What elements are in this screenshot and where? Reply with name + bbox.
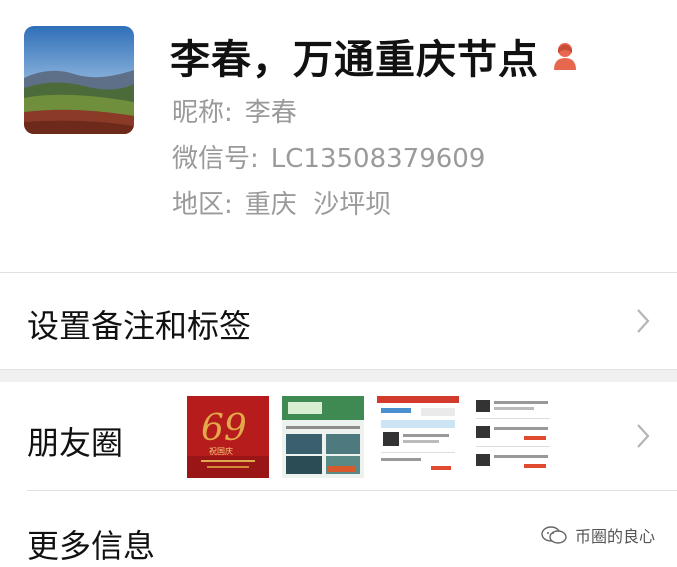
moments-label: 朋友圈 [27, 424, 124, 462]
region-value: 重庆 沙坪坝 [244, 190, 392, 220]
watermark-text: 币圈的良心 [574, 527, 655, 546]
svg-text:69: 69 [201, 408, 247, 449]
chevron-right-icon [635, 307, 651, 335]
more-info-label: 更多信息 [27, 527, 156, 565]
remark-tags-label: 设置备注和标签 [27, 307, 252, 345]
remark-tags-row[interactable]: 设置备注和标签 [0, 273, 677, 369]
moment-thumb-mining-rig-1[interactable] [377, 396, 459, 478]
profile-header: 李春，万通重庆节点 昵称: 李春 微信号: LC13508379609 地区: 重庆 … [0, 0, 677, 272]
wechat-id-value[interactable]: LC13508379609 [271, 144, 486, 174]
female-person-icon [551, 41, 579, 71]
section-gap [0, 369, 677, 383]
wechat-id-label: 微信号: [172, 144, 259, 174]
avatar[interactable] [24, 26, 134, 134]
moment-thumb-mining-farm[interactable] [282, 396, 364, 478]
name-row: 李春，万通重庆节点 [170, 28, 579, 84]
chevron-right-icon [635, 422, 651, 450]
nickname-line: 昵称: 李春 [172, 92, 297, 129]
region-label: 地区: [172, 190, 233, 220]
thumb-caption: 祝国庆 [209, 446, 233, 456]
region-line: 地区: 重庆 沙坪坝 [172, 184, 391, 221]
moment-thumb-mining-rig-2[interactable] [472, 396, 554, 478]
watermark: 币圈的良心 [541, 523, 655, 547]
contact-name: 李春，万通重庆节点 [170, 37, 539, 83]
nickname-label: 昵称: [172, 98, 233, 128]
nickname-value: 李春 [244, 98, 297, 128]
moment-thumb-national-day[interactable]: 69 祝国庆 [187, 396, 269, 478]
wechat-id-line: 微信号: LC13508379609 [172, 138, 485, 175]
moments-thumbnails: 69 祝国庆 [187, 396, 554, 478]
wechat-account-icon [541, 526, 567, 544]
